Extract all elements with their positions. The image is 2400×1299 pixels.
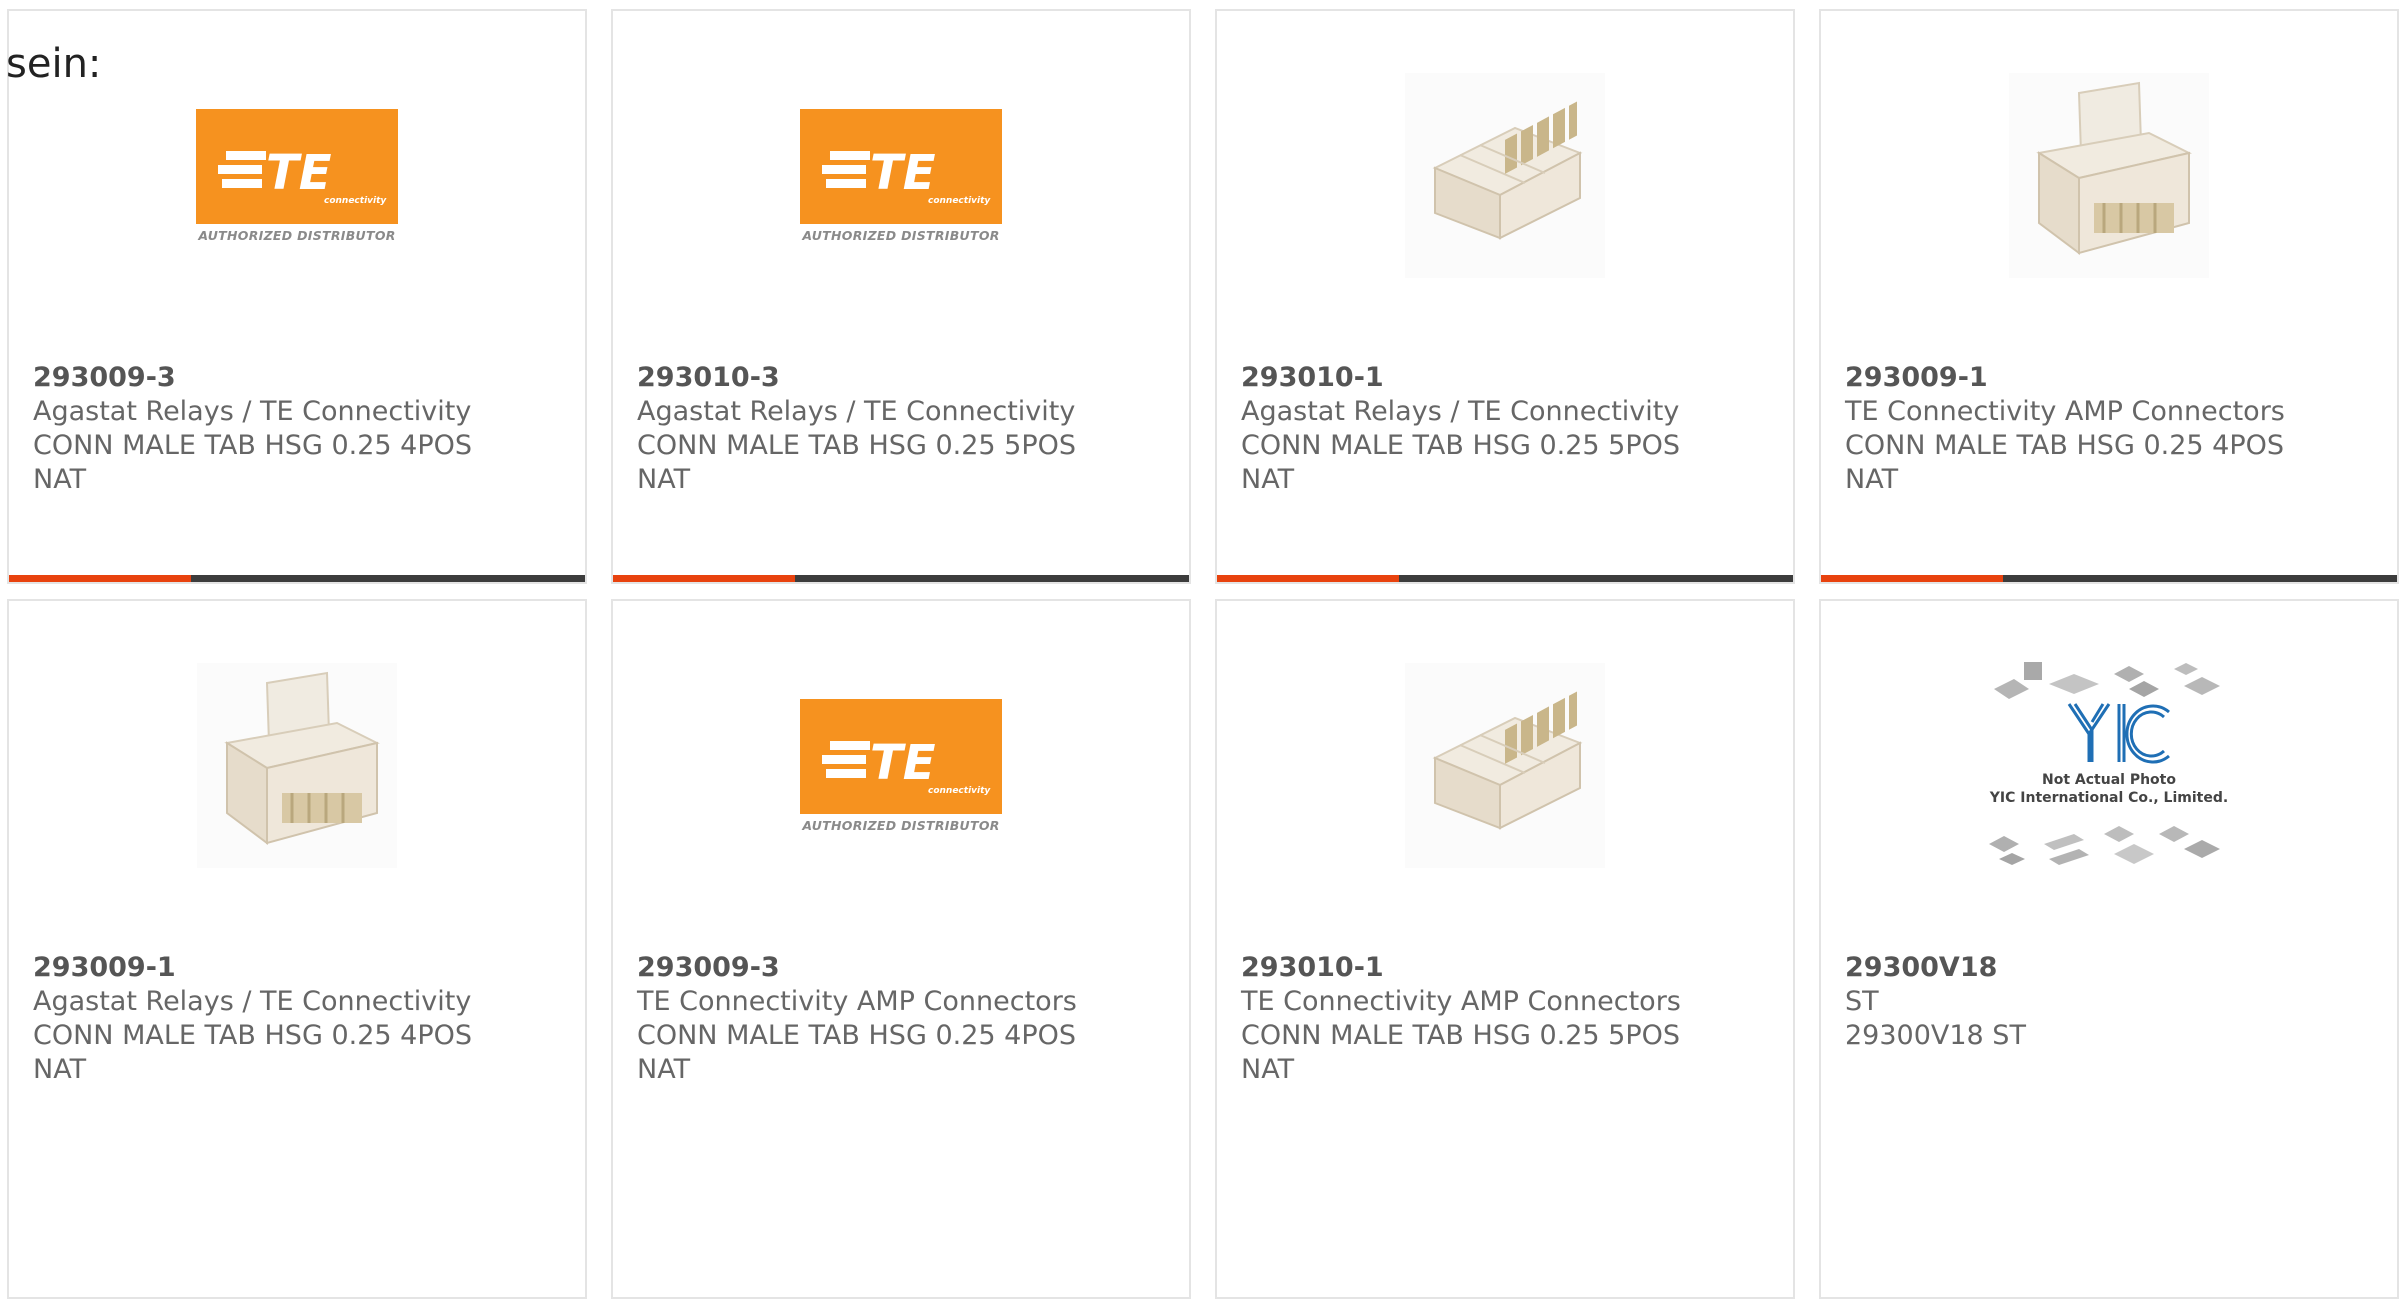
te-connectivity-logo: TE connectivity AUTHORIZED DISTRIBUTOR: [800, 698, 1002, 833]
description: CONN MALE TAB HSG 0.25 5POS: [1241, 430, 1681, 461]
description: CONN MALE TAB HSG 0.25 4POS: [637, 1020, 1077, 1051]
card-bottom-bar: [1821, 575, 2397, 582]
product-grid: TE connectivity AUTHORIZED DISTRIBUTOR 2…: [0, 0, 2400, 1299]
description-suffix: NAT: [33, 464, 87, 495]
part-number[interactable]: 293010-3: [637, 361, 1169, 395]
description-suffix: NAT: [33, 1054, 87, 1085]
description-suffix: NAT: [1845, 464, 1899, 495]
part-number[interactable]: 293009-3: [637, 951, 1169, 985]
svg-text:TE: TE: [870, 735, 936, 791]
part-number[interactable]: 29300V18: [1845, 951, 2377, 985]
description: CONN MALE TAB HSG 0.25 4POS: [33, 430, 473, 461]
product-image[interactable]: TE connectivity AUTHORIZED DISTRIBUTOR: [9, 73, 585, 278]
product-card[interactable]: 293010-1 TE Connectivity AMP Connectors …: [1215, 599, 1795, 1299]
connector-4pos-image: [2009, 73, 2209, 278]
svg-text:connectivity: connectivity: [928, 786, 991, 796]
manufacturer: TE Connectivity AMP Connectors: [1845, 396, 2285, 427]
svg-text:connectivity: connectivity: [928, 196, 991, 206]
product-image[interactable]: TE connectivity AUTHORIZED DISTRIBUTOR: [613, 663, 1189, 868]
yic-placeholder-image: Not Actual Photo YIC International Co., …: [1989, 662, 2228, 865]
part-number[interactable]: 293009-1: [1845, 361, 2377, 395]
manufacturer: Agastat Relays / TE Connectivity: [33, 396, 472, 427]
connector-5pos-image: [1405, 663, 1605, 868]
product-card[interactable]: Not Actual Photo YIC International Co., …: [1819, 599, 2399, 1299]
description: 29300V18 ST: [1845, 1020, 2026, 1051]
svg-text:connectivity: connectivity: [324, 196, 387, 206]
product-image[interactable]: Not Actual Photo YIC International Co., …: [1821, 649, 2397, 889]
description-suffix: NAT: [1241, 1054, 1295, 1085]
description: CONN MALE TAB HSG 0.25 5POS: [1241, 1020, 1681, 1051]
svg-text:TE: TE: [870, 145, 936, 201]
product-card[interactable]: 293009-1 Agastat Relays / TE Connectivit…: [7, 599, 587, 1299]
description-suffix: NAT: [637, 464, 691, 495]
te-connectivity-logo: TE connectivity AUTHORIZED DISTRIBUTOR: [800, 108, 1002, 243]
manufacturer: Agastat Relays / TE Connectivity: [1241, 396, 1680, 427]
svg-text:TE: TE: [266, 145, 332, 201]
card-bottom-bar: [613, 575, 1189, 582]
product-image[interactable]: [1217, 73, 1793, 278]
description: CONN MALE TAB HSG 0.25 4POS: [33, 1020, 473, 1051]
product-card[interactable]: TE connectivity AUTHORIZED DISTRIBUTOR 2…: [7, 9, 587, 584]
product-card[interactable]: 293009-1 TE Connectivity AMP Connectors …: [1819, 9, 2399, 584]
product-card[interactable]: 293010-1 Agastat Relays / TE Connectivit…: [1215, 9, 1795, 584]
product-image[interactable]: [1821, 73, 2397, 278]
part-number[interactable]: 293010-1: [1241, 361, 1773, 395]
card-bottom-bar: [1217, 575, 1793, 582]
product-image[interactable]: TE connectivity AUTHORIZED DISTRIBUTOR: [613, 73, 1189, 278]
part-number[interactable]: 293009-1: [33, 951, 565, 985]
description: CONN MALE TAB HSG 0.25 4POS: [1845, 430, 2285, 461]
te-connectivity-logo: TE connectivity AUTHORIZED DISTRIBUTOR: [196, 108, 398, 243]
part-number[interactable]: 293009-3: [33, 361, 565, 395]
svg-text:YIC International Co., Limited: YIC International Co., Limited.: [1989, 790, 2228, 806]
card-bottom-bar: [9, 575, 585, 582]
manufacturer: ST: [1845, 986, 1879, 1017]
manufacturer: Agastat Relays / TE Connectivity: [637, 396, 1076, 427]
manufacturer: TE Connectivity AMP Connectors: [1241, 986, 1681, 1017]
connector-4pos-image: [197, 663, 397, 868]
manufacturer: TE Connectivity AMP Connectors: [637, 986, 1077, 1017]
product-card[interactable]: TE connectivity AUTHORIZED DISTRIBUTOR 2…: [611, 9, 1191, 584]
manufacturer: Agastat Relays / TE Connectivity: [33, 986, 472, 1017]
product-card[interactable]: TE connectivity AUTHORIZED DISTRIBUTOR 2…: [611, 599, 1191, 1299]
description-suffix: NAT: [1241, 464, 1295, 495]
description: CONN MALE TAB HSG 0.25 5POS: [637, 430, 1077, 461]
page-heading: sein:: [6, 41, 102, 87]
product-image[interactable]: [1217, 663, 1793, 868]
product-image[interactable]: [9, 663, 585, 868]
part-number[interactable]: 293010-1: [1241, 951, 1773, 985]
description-suffix: NAT: [637, 1054, 691, 1085]
connector-5pos-image: [1405, 73, 1605, 278]
svg-text:Not Actual Photo: Not Actual Photo: [2042, 772, 2176, 788]
